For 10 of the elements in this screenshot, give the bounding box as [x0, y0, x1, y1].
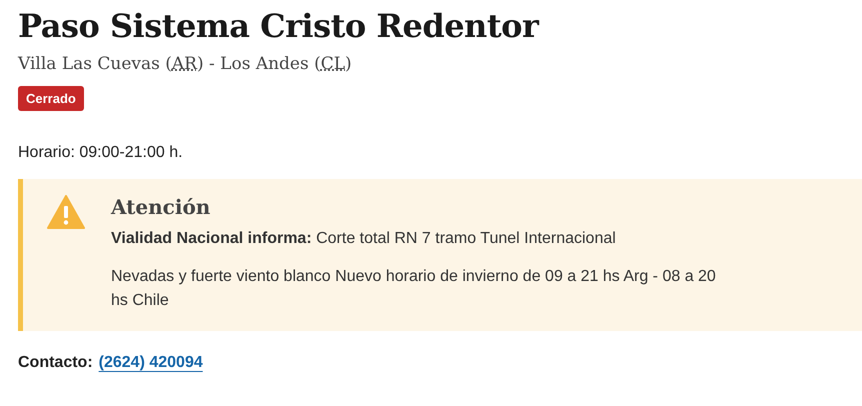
- phone-link[interactable]: (2624) 420094: [98, 351, 203, 375]
- route-subtitle: Villa Las Cuevas (AR) - Los Andes (CL): [18, 53, 353, 76]
- contact-label: Contacto:: [18, 353, 93, 373]
- schedule-text: Horario: 09:00-21:00 h.: [18, 143, 184, 163]
- alert-text: Nevadas y fuerte viento blanco Nuevo horario de invierno de 09 a 21 hs Arg - 08 a 20 hs Chile: [111, 267, 717, 311]
- alert-title: Atención: [111, 194, 212, 221]
- status-badge: Cerrado: [18, 86, 84, 111]
- alert-text: Vialidad Nacional informa: Corte total RN 7 tramo Tunel Internacional: [111, 229, 617, 249]
- warning-icon: [47, 195, 85, 229]
- page-title: Paso Sistema Cristo Redentor: [18, 6, 540, 47]
